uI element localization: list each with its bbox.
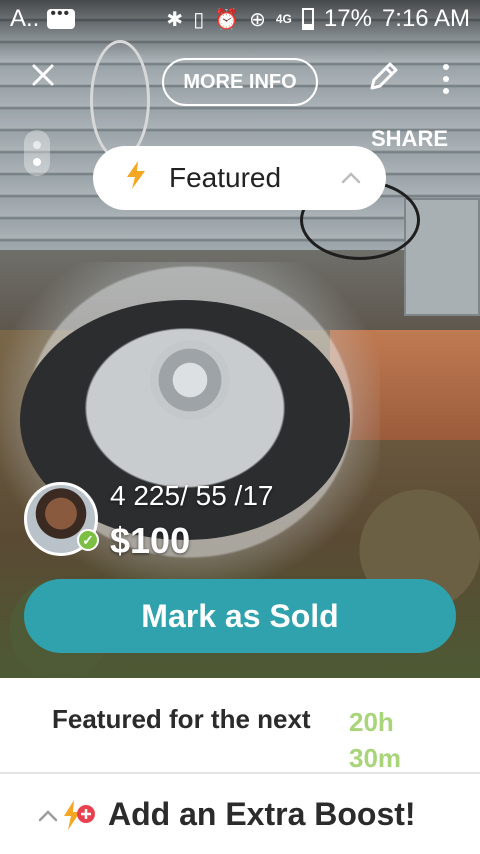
mark-as-sold-label: Mark as Sold	[141, 597, 339, 634]
more-vert-button[interactable]	[440, 64, 452, 94]
featured-toggle[interactable]: Featured	[93, 146, 386, 210]
listing-price: $100	[110, 520, 191, 561]
message-icon	[47, 5, 76, 29]
clock: 7:16 AM	[381, 5, 470, 32]
close-button[interactable]	[28, 60, 58, 90]
listing-title: 4 225/ 55 /17	[110, 480, 274, 511]
extra-boost-label: Add an Extra Boost!	[108, 796, 416, 832]
status-app-label: A..	[10, 5, 40, 32]
pencil-icon	[370, 62, 398, 90]
verified-check-icon: ✓	[77, 529, 99, 551]
lightning-icon	[125, 160, 155, 196]
photo-wire	[90, 40, 150, 160]
more-vert-dot	[443, 76, 449, 82]
share-button[interactable]: SHARE	[371, 126, 448, 152]
extra-boost-button[interactable]: Add an Extra Boost!	[0, 774, 480, 854]
close-icon	[32, 64, 54, 86]
featured-timer: 20h 30m	[349, 704, 401, 776]
more-info-button[interactable]: MORE INFO	[162, 58, 318, 106]
signal-icon: 4G	[275, 12, 292, 26]
alarm-icon: ⏰	[214, 8, 240, 31]
mark-as-sold-button[interactable]: Mark as Sold	[24, 579, 456, 653]
featured-label: Featured	[169, 162, 282, 193]
photo-page-indicator	[24, 130, 50, 176]
battery-icon	[301, 8, 314, 30]
chevron-up-icon	[38, 810, 58, 822]
data-saver-icon: ⊕	[249, 8, 266, 31]
status-bar: A.. ✱ ▯ ⏰ ⊕ 4G 17% 7:16 AM	[0, 0, 480, 38]
avatar[interactable]: ✓	[24, 482, 99, 556]
photo-hubcap	[150, 340, 230, 420]
featured-duration-text: Featured for the next	[52, 704, 311, 734]
timer-hours: 20h	[349, 707, 394, 737]
page-dot-active	[33, 157, 41, 166]
boost-plus-icon	[64, 800, 95, 830]
timer-minutes: 30m	[349, 743, 402, 773]
more-vert-icon	[443, 64, 449, 70]
bluetooth-icon: ✱	[166, 8, 184, 31]
page-dot	[33, 140, 41, 149]
more-info-label: MORE INFO	[183, 70, 297, 93]
battery-percent: 17%	[323, 5, 372, 32]
chevron-up-icon	[341, 172, 361, 184]
edit-button[interactable]	[366, 60, 400, 94]
more-vert-dot	[443, 88, 449, 94]
vibrate-icon: ▯	[193, 8, 205, 31]
